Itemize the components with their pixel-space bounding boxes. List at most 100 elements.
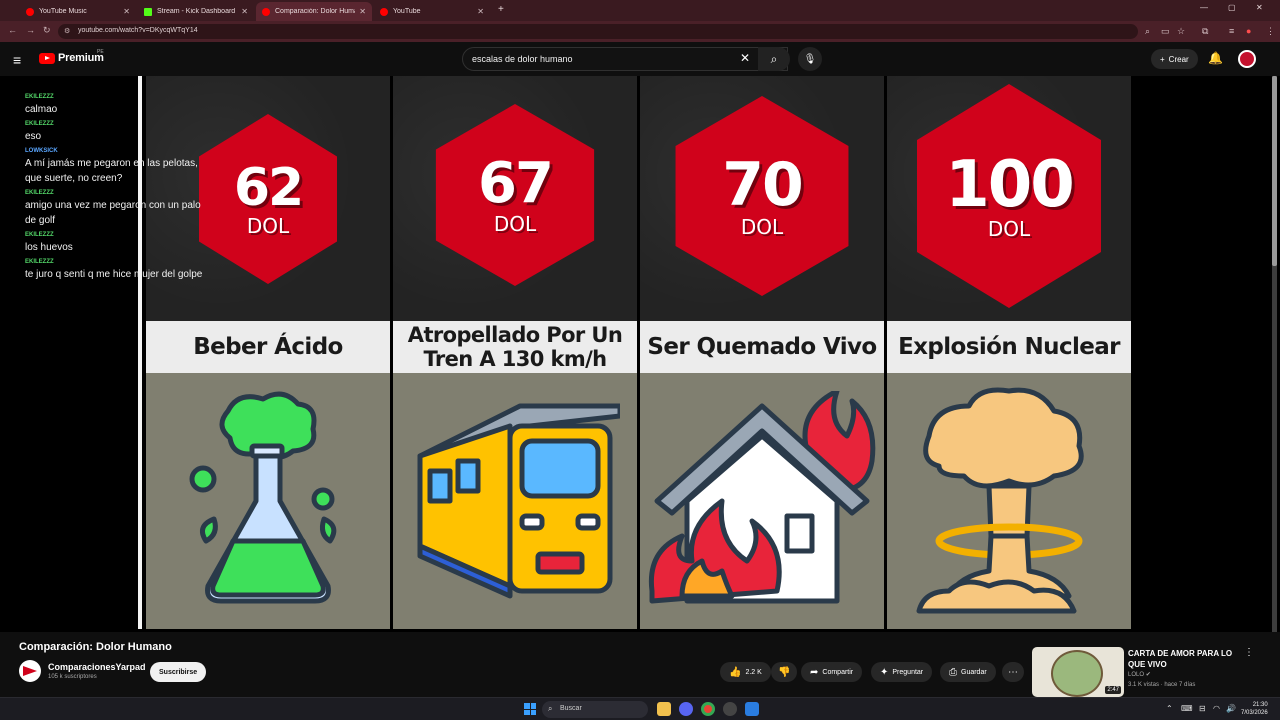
- verified-check-icon: ✔: [1145, 672, 1151, 678]
- close-icon[interactable]: ✕: [359, 7, 366, 16]
- more-vert-icon[interactable]: ⋮: [1244, 647, 1254, 658]
- back-icon[interactable]: ←: [8, 25, 17, 35]
- share-button[interactable]: ➦ Compartir: [801, 662, 863, 682]
- more-actions-button[interactable]: ⋯: [1002, 662, 1024, 682]
- video-player[interactable]: 62 DOL Beber Ácido 67 DOL Atropellado Po…: [0, 76, 1280, 632]
- youtube-favicon-icon: [262, 7, 270, 16]
- voice-search-button[interactable]: 🎙: [798, 47, 822, 71]
- tab-youtube-music[interactable]: YouTube Music ✕: [20, 2, 136, 21]
- thumbs-down-icon: 👎: [778, 666, 791, 678]
- chat-username: EKILEZZZ: [25, 232, 54, 238]
- chat-overlay: EKILEZZZ calmao EKILEZZZ eso LOWKSICK A …: [25, 90, 205, 283]
- chat-message: A mí jamás me pegaron en las pelotas, qu…: [25, 158, 198, 184]
- channel-avatar[interactable]: [19, 660, 41, 682]
- chat-username: EKILEZZZ: [25, 259, 54, 265]
- thumbnail-art: [1051, 650, 1103, 697]
- tab-kick-dashboard[interactable]: Stream - Kick Dashboard ✕: [138, 2, 254, 21]
- obs-icon[interactable]: [723, 702, 737, 716]
- card-top: 67 DOL: [393, 76, 637, 321]
- windows-taskbar: ⌕ Buscar ⌃ ⌨ ⊟ ◠ 🔊 21:30 7/03/2026: [0, 697, 1280, 720]
- more-dots-icon: ⋯: [1008, 666, 1018, 678]
- page-scrollbar-thumb[interactable]: [1272, 76, 1277, 266]
- dislike-button[interactable]: 👎: [771, 662, 798, 682]
- tab-comparacion-dolor-humano[interactable]: Comparación: Dolor Humano ✕: [256, 2, 372, 21]
- card-label: Ser Quemado Vivo: [640, 321, 884, 373]
- windows-start-icon[interactable]: [524, 703, 536, 715]
- maximize-icon[interactable]: ▢: [1228, 3, 1236, 12]
- close-icon[interactable]: ✕: [241, 7, 248, 16]
- plus-icon: +: [1160, 54, 1165, 64]
- card-top: 100 DOL: [887, 76, 1131, 321]
- subscriber-count: 105 k suscriptores: [48, 674, 97, 680]
- thumbs-up-icon: 👍: [729, 666, 742, 678]
- youtube-play-icon: [39, 52, 55, 64]
- discord-icon[interactable]: [679, 702, 693, 716]
- forward-icon[interactable]: →: [26, 25, 35, 35]
- chat-username: LOWKSICK: [25, 148, 58, 154]
- paint-app-icon[interactable]: [745, 702, 759, 716]
- profile-icon[interactable]: ●: [1246, 26, 1251, 36]
- pain-value-hexagon: 62 DOL: [193, 114, 343, 284]
- card-label: Explosión Nuclear: [887, 321, 1131, 373]
- search-icon: ⌕: [548, 704, 553, 713]
- taskbar-search[interactable]: ⌕ Buscar: [542, 701, 648, 718]
- search-button[interactable]: ⌕: [758, 47, 790, 71]
- save-button[interactable]: ⎙ Guardar: [940, 662, 996, 682]
- network-icon[interactable]: ⊟: [1199, 704, 1206, 713]
- recommended-video-thumbnail[interactable]: 2:47: [1032, 647, 1124, 697]
- youtube-music-favicon-icon: [26, 7, 34, 16]
- like-button[interactable]: 👍 2.2 K: [720, 662, 771, 682]
- tray-chevron-icon[interactable]: ⌃: [1166, 704, 1173, 713]
- browser-tab-bar: YouTube Music ✕ Stream - Kick Dashboard …: [0, 0, 1280, 21]
- clear-search-icon[interactable]: ✕: [740, 51, 750, 65]
- pain-value-hexagon: 67 DOL: [429, 104, 601, 286]
- burning-house-icon: [640, 373, 884, 629]
- zoom-icon[interactable]: ⌕: [1145, 26, 1150, 37]
- pain-value-hexagon: 70 DOL: [668, 96, 856, 296]
- close-icon[interactable]: ✕: [477, 7, 484, 16]
- close-icon[interactable]: ✕: [123, 7, 130, 16]
- card-label: Atropellado Por Un Tren A 130 km/h: [393, 321, 637, 373]
- card-top: 70 DOL: [640, 76, 884, 321]
- wifi-icon[interactable]: ◠: [1213, 704, 1220, 713]
- search-icon: ⌕: [770, 51, 778, 66]
- tab-youtube[interactable]: YouTube ✕: [374, 2, 490, 21]
- language-icon[interactable]: ⌨: [1181, 704, 1193, 713]
- youtube-favicon-icon: [380, 7, 388, 16]
- site-info-icon[interactable]: ⚙: [64, 27, 70, 35]
- url-field[interactable]: ⚙ youtube.com/watch?v=DKycqWTqY14: [58, 24, 1138, 39]
- account-avatar[interactable]: [1238, 50, 1256, 68]
- menu-icon[interactable]: ⋮: [1266, 26, 1275, 37]
- minimize-icon[interactable]: —: [1200, 3, 1208, 12]
- card-label: Beber Ácido: [146, 321, 390, 373]
- recommended-video-channel[interactable]: LOLO ✔: [1128, 671, 1151, 678]
- create-button[interactable]: + Crear: [1151, 49, 1198, 69]
- file-explorer-icon[interactable]: [657, 702, 671, 716]
- chrome-icon[interactable]: [701, 702, 715, 716]
- channel-name[interactable]: ComparacionesYarpad: [48, 662, 146, 672]
- share-arrow-icon: ➦: [810, 666, 819, 678]
- youtube-premium-logo[interactable]: Premium PE: [39, 49, 104, 64]
- close-window-icon[interactable]: ✕: [1256, 3, 1263, 12]
- notifications-bell-icon[interactable]: 🔔: [1208, 51, 1223, 65]
- reading-list-icon[interactable]: ≡: [1229, 26, 1234, 36]
- chat-message: calmao: [25, 104, 58, 115]
- reload-icon[interactable]: ↻: [43, 25, 51, 36]
- chat-username: EKILEZZZ: [25, 190, 54, 196]
- ask-button[interactable]: ✦ Preguntar: [871, 662, 933, 682]
- volume-icon[interactable]: 🔊: [1226, 704, 1236, 713]
- microphone-icon: 🎙: [803, 53, 817, 65]
- system-clock[interactable]: 21:30 7/03/2026: [1241, 701, 1268, 717]
- pain-card-train: 67 DOL Atropellado Por Un Tren A 130 km/…: [393, 76, 637, 629]
- subscribe-button[interactable]: Suscribirse: [150, 662, 207, 682]
- chat-message: te juro q senti q me hice mujer del golp…: [25, 269, 203, 280]
- hamburger-menu-icon[interactable]: ≡: [13, 52, 21, 68]
- recommended-video-title[interactable]: CARTA DE AMOR PARA LO QUE VIVO: [1128, 648, 1243, 670]
- chat-message: los huevos: [25, 242, 73, 253]
- chat-username: EKILEZZZ: [25, 121, 54, 127]
- bookmark-star-icon[interactable]: ☆: [1177, 26, 1185, 37]
- sparkle-icon: ✦: [880, 666, 889, 678]
- extensions-icon[interactable]: ⧉: [1202, 26, 1208, 37]
- new-tab-button[interactable]: +: [498, 4, 504, 15]
- cast-icon[interactable]: ▭: [1161, 26, 1170, 37]
